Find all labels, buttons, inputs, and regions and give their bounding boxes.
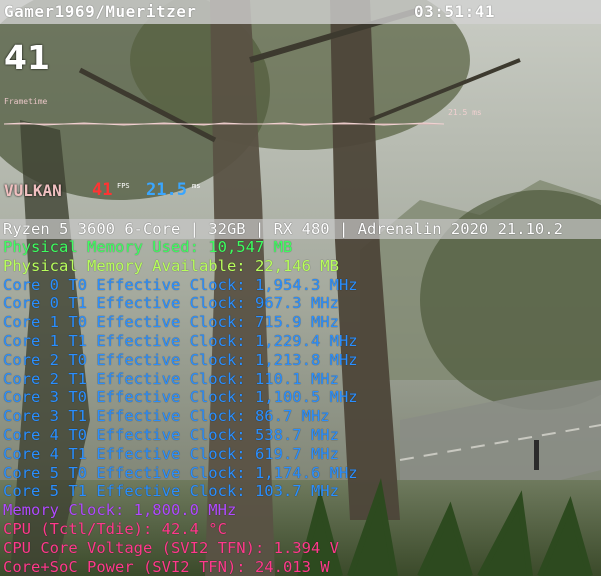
frametime-graph (4, 122, 444, 126)
stat-core4-t0-clock: Core 4 T0 Effective Clock: 538.7 MHz (3, 425, 339, 444)
sensor-stats-list: Physical Memory Used: 10,547 MB Physical… (3, 238, 358, 576)
frametime-label: Frametime (4, 97, 48, 106)
stat-core5-t1-clock: Core 5 T1 Effective Clock: 103.7 MHz (3, 482, 339, 501)
stat-core0-t1-clock: Core 0 T1 Effective Clock: 967.3 MHz (3, 294, 339, 313)
osd-title-bar: Gamer1969/Mueritzer 03:51:41 (0, 0, 601, 24)
stat-memory-clock: Memory Clock: 1,800.0 MHz (3, 501, 237, 520)
fps-unit: FPS (117, 182, 130, 190)
stat-core1-t0-clock: Core 1 T0 Effective Clock: 715.9 MHz (3, 313, 339, 332)
frametime-ms-value: 21.5 (146, 180, 187, 200)
system-info-text: Ryzen 5 3600 6-Core | 32GB | RX 480 | Ad… (3, 220, 563, 238)
stat-core3-t1-clock: Core 3 T1 Effective Clock: 86.7 MHz (3, 407, 330, 426)
stat-core-soc-power: Core+SoC Power (SVI2 TFN): 24.013 W (3, 557, 330, 576)
fps-value: 41 (92, 180, 113, 200)
frametime-ms-unit: ms (192, 182, 201, 190)
fps-counter-large: 41 (4, 38, 50, 77)
stat-core2-t1-clock: Core 2 T1 Effective Clock: 110.1 MHz (3, 369, 339, 388)
stat-physical-memory-available: Physical Memory Available: 22,146 MB (3, 256, 339, 275)
stat-physical-memory-used: Physical Memory Used: 10,547 MB (3, 238, 293, 256)
stat-core5-t0-clock: Core 5 T0 Effective Clock: 1,174.6 MHz (3, 463, 358, 482)
osd-username: Gamer1969/Mueritzer (4, 2, 197, 21)
stat-core0-t0-clock: Core 0 T0 Effective Clock: 1,954.3 MHz (3, 275, 358, 294)
osd-clock: 03:51:41 (414, 2, 496, 21)
stat-core2-t0-clock: Core 2 T0 Effective Clock: 1,213.8 MHz (3, 350, 358, 369)
stat-core4-t1-clock: Core 4 T1 Effective Clock: 619.7 MHz (3, 444, 339, 463)
stat-cpu-core-voltage: CPU Core Voltage (SVI2 TFN): 1.394 V (3, 538, 339, 557)
stat-cpu-temperature: CPU (Tctl/Tdie): 42.4 °C (3, 519, 227, 538)
stat-core3-t0-clock: Core 3 T0 Effective Clock: 1,100.5 MHz (3, 388, 358, 407)
frametime-value: 21.5 ms (448, 108, 482, 117)
system-info-bar: Ryzen 5 3600 6-Core | 32GB | RX 480 | Ad… (0, 219, 601, 239)
stat-core1-t1-clock: Core 1 T1 Effective Clock: 1,229.4 MHz (3, 331, 358, 350)
graphics-api-label: VULKAN (4, 181, 62, 200)
